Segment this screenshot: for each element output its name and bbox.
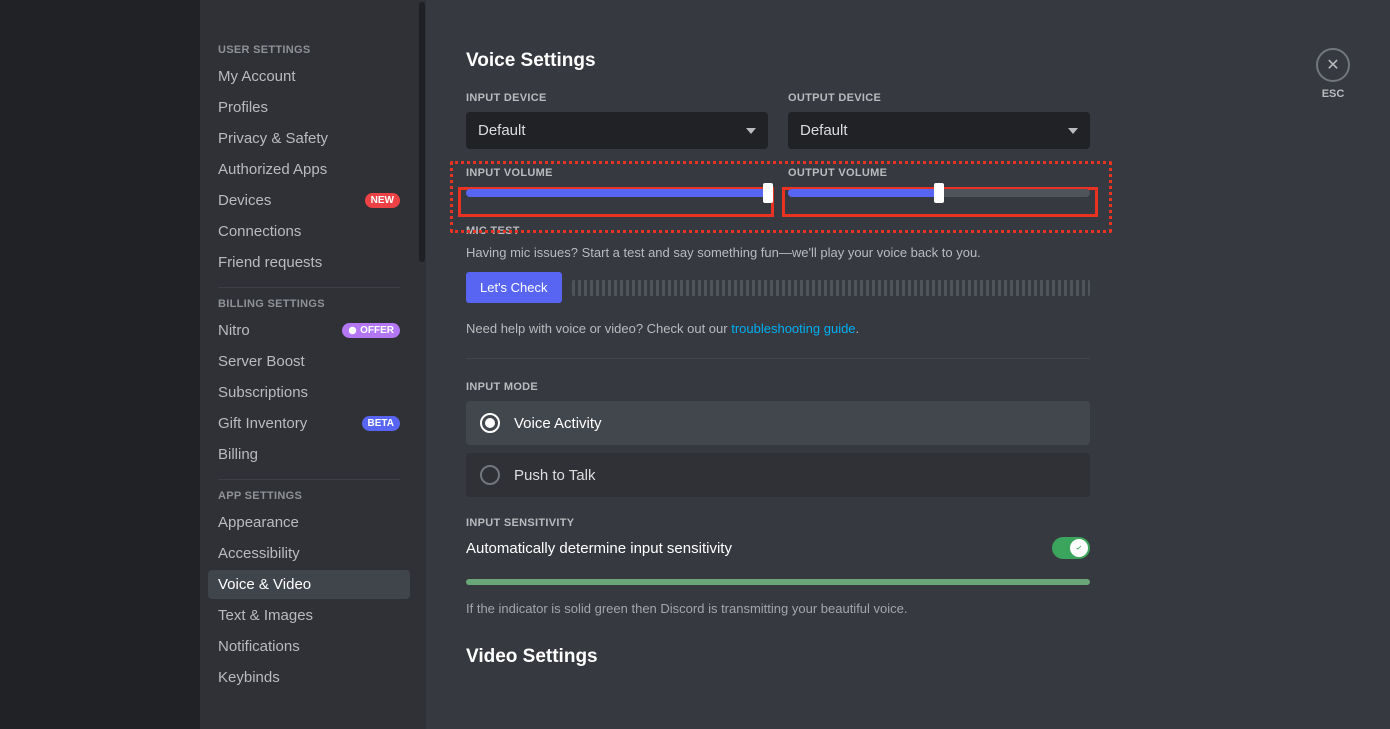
sidebar-item-friend-requests[interactable]: Friend requests [208, 248, 410, 277]
sidebar-item-label: Profiles [218, 99, 268, 116]
output-device-value: Default [800, 122, 848, 139]
output-device-select[interactable]: Default [788, 112, 1090, 149]
sidebar-header-billing: BILLING SETTINGS [208, 298, 410, 316]
chevron-down-icon [746, 128, 756, 134]
toggle-knob [1070, 539, 1088, 557]
sidebar-item-my-account[interactable]: My Account [208, 62, 410, 91]
left-gutter [0, 0, 200, 729]
sidebar-item-billing[interactable]: Billing [208, 440, 410, 469]
mic-level-meter [572, 280, 1090, 296]
sensitivity-note: If the indicator is solid green then Dis… [466, 601, 1090, 616]
badge-new: NEW [365, 193, 400, 208]
output-device-label: OUTPUT DEVICE [788, 92, 1090, 104]
sidebar-item-label: Devices [218, 192, 271, 209]
check-icon [1074, 543, 1084, 553]
slider-fill [788, 189, 939, 197]
sidebar-item-label: Privacy & Safety [218, 130, 328, 147]
input-volume-label: INPUT VOLUME [466, 167, 768, 179]
sidebar-item-profiles[interactable]: Profiles [208, 93, 410, 122]
video-settings-title: Video Settings [466, 646, 1090, 668]
sidebar-item-label: Accessibility [218, 545, 300, 562]
badge-beta: BETA [362, 416, 400, 431]
input-mode-label: INPUT MODE [466, 381, 1090, 393]
sidebar-item-text-images[interactable]: Text & Images [208, 601, 410, 630]
output-volume-slider[interactable] [788, 189, 1090, 197]
sidebar-item-label: Subscriptions [218, 384, 308, 401]
sensitivity-bar [466, 579, 1090, 585]
settings-sidebar: USER SETTINGS My Account Profiles Privac… [200, 0, 418, 729]
help-text: Need help with voice or video? Check out… [466, 321, 1090, 336]
close-button[interactable]: ✕ ESC [1316, 48, 1350, 100]
radio-label: Voice Activity [514, 415, 602, 432]
input-device-label: INPUT DEVICE [466, 92, 768, 104]
close-icon: ✕ [1326, 55, 1339, 75]
page-title: Voice Settings [466, 50, 1090, 72]
divider [218, 479, 400, 480]
input-sensitivity-label: INPUT SENSITIVITY [466, 517, 1090, 529]
radio-icon [480, 413, 500, 433]
sidebar-item-label: Billing [218, 446, 258, 463]
scrollbar-thumb[interactable] [419, 2, 425, 262]
mic-test-description: Having mic issues? Start a test and say … [466, 245, 1090, 260]
sidebar-item-label: Notifications [218, 638, 300, 655]
sidebar-item-privacy[interactable]: Privacy & Safety [208, 124, 410, 153]
auto-sensitivity-text: Automatically determine input sensitivit… [466, 540, 732, 557]
sidebar-item-label: Nitro [218, 322, 250, 339]
sidebar-item-subscriptions[interactable]: Subscriptions [208, 378, 410, 407]
chevron-down-icon [1068, 128, 1078, 134]
sidebar-item-label: Authorized Apps [218, 161, 327, 178]
sidebar-item-label: Text & Images [218, 607, 313, 624]
mic-test-label: MIC TEST [466, 225, 1090, 237]
sidebar-item-label: Keybinds [218, 669, 280, 686]
sidebar-item-accessibility[interactable]: Accessibility [208, 539, 410, 568]
sidebar-item-notifications[interactable]: Notifications [208, 632, 410, 661]
sidebar-item-label: Appearance [218, 514, 299, 531]
slider-thumb[interactable] [934, 183, 944, 203]
slider-fill [466, 189, 768, 197]
sidebar-header-user: USER SETTINGS [208, 44, 410, 62]
auto-sensitivity-toggle[interactable] [1052, 537, 1090, 559]
sidebar-item-gift-inventory[interactable]: Gift Inventory BETA [208, 409, 410, 438]
sidebar-item-label: My Account [218, 68, 296, 85]
sidebar-scrollbar[interactable] [418, 0, 426, 729]
input-device-select[interactable]: Default [466, 112, 768, 149]
content-area: ✕ ESC Voice Settings INPUT DEVICE Defaul… [426, 0, 1390, 729]
close-label: ESC [1316, 88, 1350, 100]
radio-icon [480, 465, 500, 485]
sidebar-item-label: Connections [218, 223, 301, 240]
sidebar-item-appearance[interactable]: Appearance [208, 508, 410, 537]
sidebar-header-app: APP SETTINGS [208, 490, 410, 508]
sidebar-item-label: Voice & Video [218, 576, 311, 593]
sidebar-item-devices[interactable]: Devices NEW [208, 186, 410, 215]
sidebar-item-label: Friend requests [218, 254, 322, 271]
radio-label: Push to Talk [514, 467, 595, 484]
slider-thumb[interactable] [763, 183, 773, 203]
divider [218, 287, 400, 288]
sidebar-item-keybinds[interactable]: Keybinds [208, 663, 410, 692]
sidebar-item-nitro[interactable]: Nitro OFFER [208, 316, 410, 345]
input-volume-slider[interactable] [466, 189, 768, 197]
troubleshooting-link[interactable]: troubleshooting guide [731, 321, 855, 336]
sidebar-item-voice-video[interactable]: Voice & Video [208, 570, 410, 599]
output-volume-label: OUTPUT VOLUME [788, 167, 1090, 179]
radio-push-to-talk[interactable]: Push to Talk [466, 453, 1090, 497]
sidebar-item-label: Gift Inventory [218, 415, 307, 432]
section-divider [466, 358, 1090, 359]
radio-voice-activity[interactable]: Voice Activity [466, 401, 1090, 445]
sidebar-item-server-boost[interactable]: Server Boost [208, 347, 410, 376]
badge-offer: OFFER [342, 323, 400, 338]
input-device-value: Default [478, 122, 526, 139]
sidebar-item-authorized-apps[interactable]: Authorized Apps [208, 155, 410, 184]
mic-test-button[interactable]: Let's Check [466, 272, 562, 303]
sidebar-item-label: Server Boost [218, 353, 305, 370]
sidebar-item-connections[interactable]: Connections [208, 217, 410, 246]
